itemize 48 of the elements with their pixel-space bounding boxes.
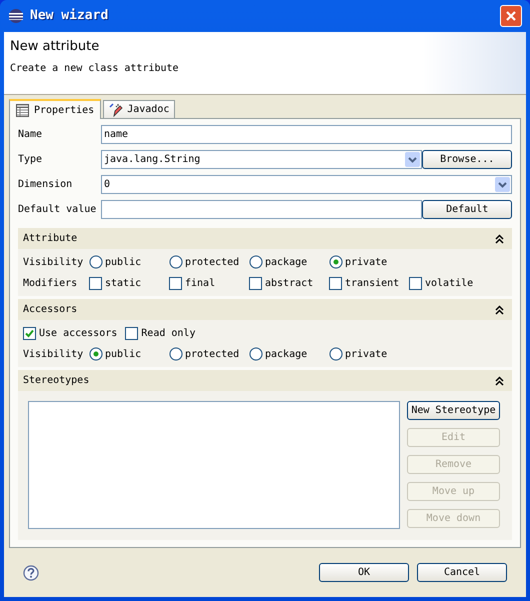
section-header[interactable]: Accessors (18, 299, 512, 320)
chevron-down-icon (408, 156, 418, 162)
radio-button[interactable]: public (89, 346, 169, 362)
button[interactable]: New Stereotype (407, 401, 500, 420)
radio-button[interactable]: protected (169, 346, 249, 362)
field-label: Name (18, 128, 44, 142)
chevron-down-icon (498, 182, 507, 188)
pen-icon (109, 102, 124, 116)
row-label: Visibility (23, 348, 84, 362)
close-button[interactable] (500, 5, 522, 27)
app-icon (8, 8, 24, 24)
radio-button[interactable]: package (249, 254, 329, 270)
radio-button[interactable]: private (329, 254, 409, 270)
field-label: Default value (18, 203, 98, 217)
checkbox[interactable]: abstract (249, 276, 329, 290)
row-label: Modifiers (23, 276, 78, 290)
radio-button[interactable]: public (89, 254, 169, 270)
field-label: Dimension (18, 178, 74, 192)
field-label: Type (18, 153, 44, 167)
radio-button[interactable]: private (329, 346, 409, 362)
table-icon (16, 104, 29, 116)
combo-box[interactable]: java.lang.String (101, 150, 422, 169)
row-label: Visibility (23, 256, 84, 270)
checkbox[interactable]: Use accessors (23, 326, 126, 340)
help-icon[interactable] (23, 564, 39, 580)
stereotype-list[interactable] (28, 401, 400, 529)
section-header[interactable]: Stereotypes (18, 370, 512, 391)
section-header[interactable]: Attribute (18, 228, 512, 249)
radio-button[interactable]: package (249, 346, 329, 362)
page-description: Create a new class attribute (10, 62, 180, 76)
tab[interactable]: Javadoc (103, 100, 176, 118)
button[interactable]: Default (422, 200, 512, 219)
button[interactable]: OK (319, 563, 409, 582)
window-title: New wizard (30, 7, 108, 26)
close-icon (505, 10, 517, 22)
radio-button[interactable]: protected (169, 254, 249, 270)
checkbox[interactable]: final (169, 276, 249, 290)
checkbox[interactable]: Read only (125, 326, 204, 340)
tab[interactable]: Properties (9, 99, 102, 119)
checkbox[interactable]: volatile (409, 276, 489, 290)
button[interactable]: Cancel (417, 563, 507, 582)
button[interactable]: Browse... (422, 150, 512, 169)
page-title: New attribute (10, 38, 100, 56)
checkbox[interactable]: static (89, 276, 169, 290)
checkbox[interactable]: transient (329, 276, 409, 290)
combo-box[interactable]: 0 (101, 175, 512, 194)
text-field[interactable]: name (101, 125, 512, 144)
text-field[interactable] (101, 200, 422, 219)
